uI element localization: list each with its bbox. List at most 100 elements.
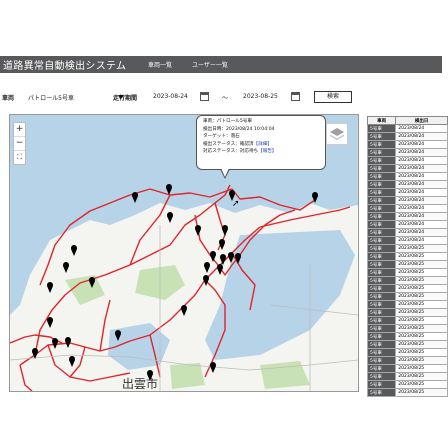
zoom-out-button[interactable]: − [14, 137, 25, 151]
vehicle-cell: 5号車 [366, 300, 397, 309]
vehicle-cell: 5号車 [366, 156, 397, 165]
vehicle-cell: 5号車 [366, 188, 397, 197]
table-row[interactable]: 5号車 2023/08/25 [366, 340, 448, 349]
table-row[interactable]: 5号車 2023/08/24 [366, 204, 448, 213]
table-row[interactable]: 5号車 2023/08/24 [366, 172, 448, 181]
zoom-control: + − ⛶ [13, 122, 26, 165]
date-cell: 2023/08/25 [395, 292, 448, 301]
marker-pin-icon [69, 356, 75, 367]
table-row[interactable]: 5号車 2023/08/24 [366, 132, 448, 141]
table-row[interactable]: 5号車 2023/08/25 [366, 332, 448, 341]
table-row[interactable]: 5号車 2023/08/25 [366, 380, 448, 389]
park-area [260, 361, 310, 389]
date-cell: 2023/08/25 [395, 308, 448, 317]
popup-target: ターゲット：落石 [203, 134, 240, 140]
date-cell: 2023/08/25 [395, 340, 448, 349]
table-row[interactable]: 5号車 2023/08/25 [366, 300, 448, 309]
table-row[interactable]: 5号車 2023/08/24 [366, 220, 448, 229]
vehicle-cell: 5号車 [366, 324, 397, 333]
date-cell: 2023/08/25 [395, 284, 448, 293]
table-row[interactable]: 5号車 2023/08/24 [366, 212, 448, 221]
table-row[interactable]: 5号車 2023/08/25 [366, 364, 448, 373]
calendar-icon[interactable] [291, 92, 300, 101]
vehicle-cell: 5号車 [366, 204, 397, 213]
marker-pin-icon [71, 245, 77, 256]
vehicle-cell: 5号車 [366, 292, 397, 301]
table-row[interactable]: 5号車 2023/08/25 [366, 348, 448, 357]
date-cell: 2023/08/25 [395, 268, 448, 277]
date-cell: 2023/08/25 [395, 372, 448, 381]
header-pointer [0, 73, 448, 79]
marker-pin-icon [217, 264, 223, 275]
marker-pin-icon [47, 282, 53, 293]
table-row[interactable]: 5号車 2023/08/24 [366, 196, 448, 205]
table-row[interactable]: 5号車 2023/08/24 [366, 164, 448, 173]
detection-popup: 車両：パトロール5号車 検出日時：2023/08/24 10:04:04 ターゲ… [196, 115, 326, 170]
vehicle-select[interactable]: パトロール5号車 [28, 90, 124, 102]
vehicle-cell: 5号車 [366, 332, 397, 341]
date-cell: 2023/08/24 [395, 180, 448, 189]
table-row[interactable]: 5号車 2023/08/24 [366, 180, 448, 189]
table-row[interactable]: 5号車 2023/08/25 [366, 292, 448, 301]
column-header-vehicle[interactable]: 車両 [366, 116, 397, 125]
table-row[interactable]: 5号車 2023/08/24 [366, 156, 448, 165]
date-cell: 2023/08/25 [395, 252, 448, 261]
table-row[interactable]: 5号車 2023/08/24 [366, 236, 448, 245]
date-cell: 2023/08/25 [395, 276, 448, 285]
date-from-input[interactable]: 2023-08-24 [153, 93, 188, 100]
column-header-date[interactable]: 検出日 [395, 116, 448, 125]
table-row[interactable]: 5号車 2023/08/25 [366, 372, 448, 381]
mouse-cursor-icon: ➚ [232, 199, 240, 209]
table-row[interactable]: 5号車 2023/08/25 [366, 276, 448, 285]
popup-tail [220, 168, 230, 179]
vehicle-cell: 5号車 [366, 140, 397, 149]
app-title: 道路異常自動検出システム [3, 61, 127, 72]
table-row[interactable]: 5号車 2023/08/25 [366, 268, 448, 277]
table-row[interactable]: 5号車 2023/08/25 [366, 308, 448, 317]
date-cell: 2023/08/25 [395, 316, 448, 325]
table-row[interactable]: 5号車 2023/08/25 [366, 388, 448, 397]
table-row[interactable]: 5号車 2023/08/24 [366, 188, 448, 197]
popup-report-link[interactable]: 【報告】 [258, 149, 276, 154]
table-row[interactable]: 5号車 2023/08/25 [366, 252, 448, 261]
layer-toggle-button[interactable] [326, 123, 348, 145]
filter-bar: 車両 パトロール5号車 走行期間 2023-08-24 ～ 2023-08-25… [0, 90, 448, 104]
date-cell: 2023/08/25 [395, 356, 448, 365]
date-cell: 2023/08/24 [395, 124, 448, 133]
vehicle-cell: 5号車 [366, 212, 397, 221]
fullscreen-button[interactable]: ⛶ [14, 151, 25, 164]
table-row[interactable]: 5号車 2023/08/25 [366, 356, 448, 365]
nav-user-list[interactable]: ユーザー一覧 [192, 60, 228, 69]
nav-vehicle-list[interactable]: 車両一覧 [148, 60, 172, 69]
vehicle-cell: 5号車 [366, 180, 397, 189]
date-cell: 2023/08/24 [395, 156, 448, 165]
date-cell: 2023/08/24 [395, 196, 448, 205]
table-row[interactable]: 5号車 2023/08/25 [366, 260, 448, 269]
table-row[interactable]: 5号車 2023/08/24 [366, 124, 448, 133]
table-row[interactable]: 5号車 2023/08/25 [366, 244, 448, 253]
city-label: 出雲市 [122, 377, 159, 391]
vehicle-cell: 5号車 [366, 284, 397, 293]
table-row[interactable]: 5号車 2023/08/24 [366, 140, 448, 149]
popup-action-status: 対応ステータス：対応待ち [203, 149, 259, 155]
date-cell: 2023/08/25 [395, 380, 448, 389]
popup-detail-link[interactable]: 【詳細】 [254, 142, 272, 147]
vehicle-cell: 5号車 [366, 276, 397, 285]
table-row[interactable]: 5号車 2023/08/24 [366, 228, 448, 237]
date-cell: 2023/08/24 [395, 188, 448, 197]
marker-pin-icon [204, 262, 210, 273]
marker-pin-icon [195, 225, 201, 236]
zoom-in-button[interactable]: + [14, 123, 25, 137]
map-view[interactable]: + − ⛶ 車両：パトロール5号車 検出日時：2023/08/24 10:04:… [9, 114, 359, 392]
layers-icon [330, 128, 344, 140]
vehicle-cell: 5号車 [366, 308, 397, 317]
search-button[interactable]: 検索 [314, 91, 352, 103]
vehicle-cell: 5号車 [366, 228, 397, 237]
table-row[interactable]: 5号車 2023/08/25 [366, 284, 448, 293]
date-cell: 2023/08/24 [395, 172, 448, 181]
date-to-input[interactable]: 2023-08-25 [243, 93, 278, 100]
table-row[interactable]: 5号車 2023/08/25 [366, 324, 448, 333]
table-row[interactable]: 5号車 2023/08/24 [366, 148, 448, 157]
calendar-icon[interactable] [200, 92, 209, 101]
table-row[interactable]: 5号車 2023/08/25 [366, 316, 448, 325]
